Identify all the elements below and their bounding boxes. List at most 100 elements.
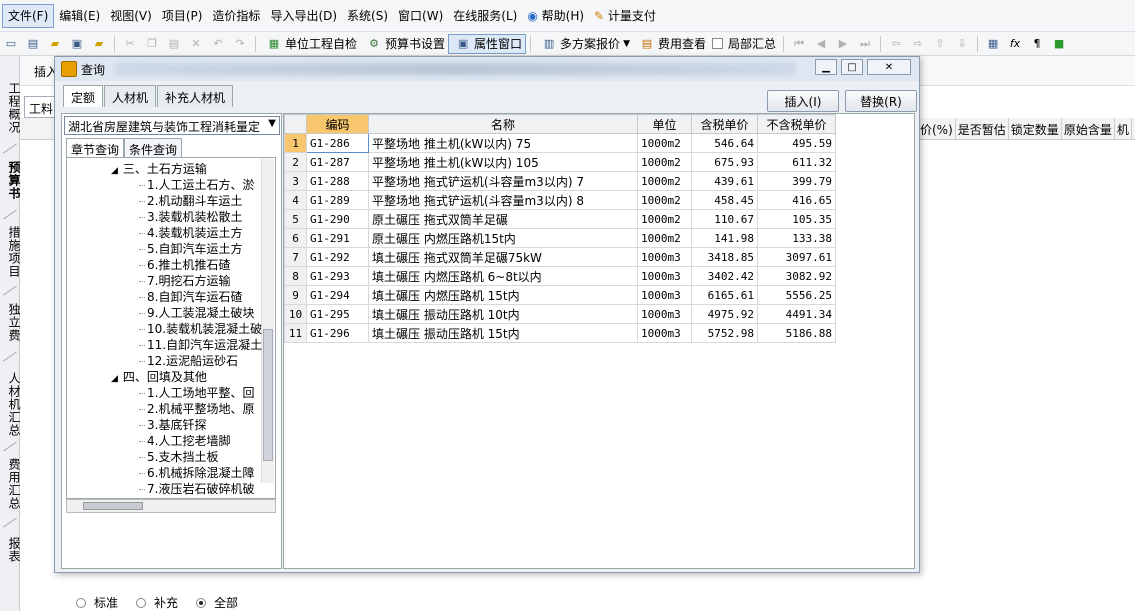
scrollbar-thumb[interactable] bbox=[263, 329, 273, 461]
name-cell[interactable]: 平整场地 推土机(kW以内) 105 bbox=[368, 152, 638, 172]
tab-labor-material[interactable]: 人材机 bbox=[104, 85, 157, 107]
menu-cost-index[interactable]: 造价指标 bbox=[207, 5, 265, 27]
delete-icon[interactable]: ✕ bbox=[188, 36, 204, 52]
name-cell[interactable]: 填土碾压 振动压路机 10t内 bbox=[368, 304, 638, 324]
code-cell[interactable]: G1-294 bbox=[306, 285, 369, 305]
menu-online-service[interactable]: 在线服务(L) bbox=[448, 5, 522, 27]
column-header-price-with-tax[interactable]: 含税单价 bbox=[691, 114, 758, 134]
price-with-tax-cell[interactable]: 458.45 bbox=[691, 190, 758, 210]
price-with-tax-cell[interactable]: 6165.61 bbox=[691, 285, 758, 305]
code-cell[interactable]: G1-291 bbox=[306, 228, 369, 248]
table-row[interactable]: 10 G1-295 填土碾压 振动压路机 10t内 1000m3 4975.92 4491… bbox=[284, 304, 836, 324]
first-page-icon[interactable]: ⏮ bbox=[791, 36, 807, 52]
table-row[interactable]: 3 G1-288 平整场地 拖式铲运机(斗容量m3以内) 7 1000m2 439.61… bbox=[284, 171, 836, 191]
name-cell[interactable]: 平整场地 拖式铲运机(斗容量m3以内) 8 bbox=[368, 190, 638, 210]
row-number-cell[interactable]: 5 bbox=[284, 209, 307, 229]
price-with-tax-cell[interactable]: 546.64 bbox=[691, 133, 758, 153]
tree-leaf-item[interactable]: 3.装载机装松散土 bbox=[139, 210, 242, 225]
cut-icon[interactable]: ✂ bbox=[122, 36, 138, 52]
side-tab-independent-fee[interactable]: 独立费 bbox=[0, 298, 21, 346]
menu-edit[interactable]: 编辑(E) bbox=[54, 5, 105, 27]
minimize-button[interactable]: ▁ bbox=[815, 59, 837, 75]
tab-condition-query[interactable]: 条件查询 bbox=[124, 138, 183, 158]
tree-leaf-item[interactable]: 2.机械平整场地、原 bbox=[139, 402, 254, 417]
code-cell[interactable]: G1-286 bbox=[306, 133, 369, 153]
code-cell[interactable]: G1-288 bbox=[306, 171, 369, 191]
price-with-tax-cell[interactable]: 5752.98 bbox=[691, 323, 758, 343]
price-without-tax-cell[interactable]: 3082.92 bbox=[757, 266, 836, 286]
code-cell[interactable]: G1-290 bbox=[306, 209, 369, 229]
price-without-tax-cell[interactable]: 5186.88 bbox=[757, 323, 836, 343]
tree-leaf-item[interactable]: 12.运泥船运砂石 bbox=[139, 354, 238, 369]
code-cell[interactable]: G1-293 bbox=[306, 266, 369, 286]
side-tab-project-overview[interactable]: 工程概况 bbox=[0, 78, 21, 138]
table-row[interactable]: 6 G1-291 原土碾压 内燃压路机15t内 1000m2 141.98 133.38 bbox=[284, 228, 836, 248]
filter-all-radio[interactable]: 全部 bbox=[196, 594, 238, 611]
arrow-up-icon[interactable]: ⇧ bbox=[932, 36, 948, 52]
side-tab-measures[interactable]: 措施项目 bbox=[0, 222, 21, 282]
side-tab-material-summary[interactable]: 人材机汇总 bbox=[0, 366, 21, 442]
code-cell[interactable]: G1-296 bbox=[306, 323, 369, 343]
paragraph-icon[interactable]: ¶ bbox=[1029, 36, 1045, 52]
column-header-price-without-tax[interactable]: 不含税单价 bbox=[757, 114, 836, 134]
tree-leaf-item[interactable]: 6.机械拆除混凝土障 bbox=[139, 466, 254, 481]
collapse-arrow-icon[interactable]: ◢ bbox=[111, 374, 118, 384]
price-without-tax-cell[interactable]: 611.32 bbox=[757, 152, 836, 172]
tree-leaf-item[interactable]: 10.装载机装混凝土破 bbox=[139, 322, 262, 337]
unit-cell[interactable]: 1000m3 bbox=[637, 304, 692, 324]
tree-leaf-item[interactable]: 5.自卸汽车运土方 bbox=[139, 242, 242, 257]
price-with-tax-cell[interactable]: 110.67 bbox=[691, 209, 758, 229]
table-row[interactable]: 5 G1-290 原土碾压 拖式双筒羊足碾 1000m2 110.67 105.35 bbox=[284, 209, 836, 229]
unit-cell[interactable]: 1000m2 bbox=[637, 133, 692, 153]
price-with-tax-cell[interactable]: 439.61 bbox=[691, 171, 758, 191]
price-without-tax-cell[interactable]: 105.35 bbox=[757, 209, 836, 229]
partial-summary-checkbox[interactable]: 局部汇总 bbox=[709, 34, 779, 54]
unit-cell[interactable]: 1000m3 bbox=[637, 323, 692, 343]
table-row[interactable]: 9 G1-294 填土碾压 内燃压路机 15t内 1000m3 6165.61 5556.… bbox=[284, 285, 836, 305]
price-without-tax-cell[interactable]: 3097.61 bbox=[757, 247, 836, 267]
tree-leaf-item[interactable]: 4.人工挖老墙脚 bbox=[139, 434, 230, 449]
new-project-icon[interactable]: ▤ bbox=[25, 36, 41, 52]
last-page-icon[interactable]: ⏭ bbox=[857, 36, 873, 52]
code-cell[interactable]: G1-289 bbox=[306, 190, 369, 210]
menu-help[interactable]: ◉ 帮助(H) bbox=[522, 5, 589, 27]
price-without-tax-cell[interactable]: 5556.25 bbox=[757, 285, 836, 305]
table-row[interactable]: 2 G1-287 平整场地 推土机(kW以内) 105 1000m2 675.93 611… bbox=[284, 152, 836, 172]
row-number-cell[interactable]: 9 bbox=[284, 285, 307, 305]
calculator-icon[interactable]: ▦ bbox=[985, 36, 1001, 52]
price-without-tax-cell[interactable]: 133.38 bbox=[757, 228, 836, 248]
tree-leaf-item[interactable]: 3.基底钎探 bbox=[139, 418, 206, 433]
menu-project[interactable]: 项目(P) bbox=[157, 5, 208, 27]
tab-quota[interactable]: 定额 bbox=[63, 85, 104, 107]
unit-cell[interactable]: 1000m2 bbox=[637, 171, 692, 191]
unit-cell[interactable]: 1000m2 bbox=[637, 228, 692, 248]
unit-cell[interactable]: 1000m2 bbox=[637, 209, 692, 229]
side-tab-reports[interactable]: 报表 bbox=[0, 532, 21, 568]
tree-leaf-item[interactable]: 9.人工装混凝土破块 bbox=[139, 306, 254, 321]
paste-icon[interactable]: ▤ bbox=[166, 36, 182, 52]
tree-horizontal-scrollbar[interactable] bbox=[66, 499, 276, 513]
table-row[interactable]: 4 G1-289 平整场地 拖式铲运机(斗容量m3以内) 8 1000m2 458.45… bbox=[284, 190, 836, 210]
tab-chapter-query[interactable]: 章节查询 bbox=[66, 138, 125, 158]
price-with-tax-cell[interactable]: 675.93 bbox=[691, 152, 758, 172]
name-cell[interactable]: 原土碾压 内燃压路机15t内 bbox=[368, 228, 638, 248]
maximize-button[interactable]: □ bbox=[841, 59, 863, 75]
save-icon[interactable]: ▣ bbox=[69, 36, 85, 52]
row-number-cell[interactable]: 11 bbox=[284, 323, 307, 343]
price-without-tax-cell[interactable]: 399.79 bbox=[757, 171, 836, 191]
replace-button[interactable]: 替换(R) bbox=[845, 90, 917, 112]
save-all-icon[interactable]: ▰ bbox=[91, 36, 107, 52]
collapse-arrow-icon[interactable]: ◢ bbox=[111, 166, 118, 176]
tree-leaf-item[interactable]: 11.自卸汽车运混凝土 bbox=[139, 338, 262, 353]
quota-library-select[interactable]: 湖北省房屋建筑与装饰工程消耗量定 ▼ bbox=[64, 116, 280, 135]
code-cell[interactable]: G1-295 bbox=[306, 304, 369, 324]
row-number-cell[interactable]: 1 bbox=[284, 133, 307, 153]
code-cell[interactable]: G1-287 bbox=[306, 152, 369, 172]
arrow-down-icon[interactable]: ⇩ bbox=[954, 36, 970, 52]
arrow-right-icon[interactable]: ⇨ bbox=[910, 36, 926, 52]
table-row[interactable]: 1 G1-286 平整场地 推土机(kW以内) 75 1000m2 546.64 495.… bbox=[284, 133, 836, 153]
menu-view[interactable]: 视图(V) bbox=[105, 5, 157, 27]
price-with-tax-cell[interactable]: 4975.92 bbox=[691, 304, 758, 324]
tree-leaf-item[interactable]: 4.装载机装运土方 bbox=[139, 226, 242, 241]
name-cell[interactable]: 填土碾压 振动压路机 15t内 bbox=[368, 323, 638, 343]
